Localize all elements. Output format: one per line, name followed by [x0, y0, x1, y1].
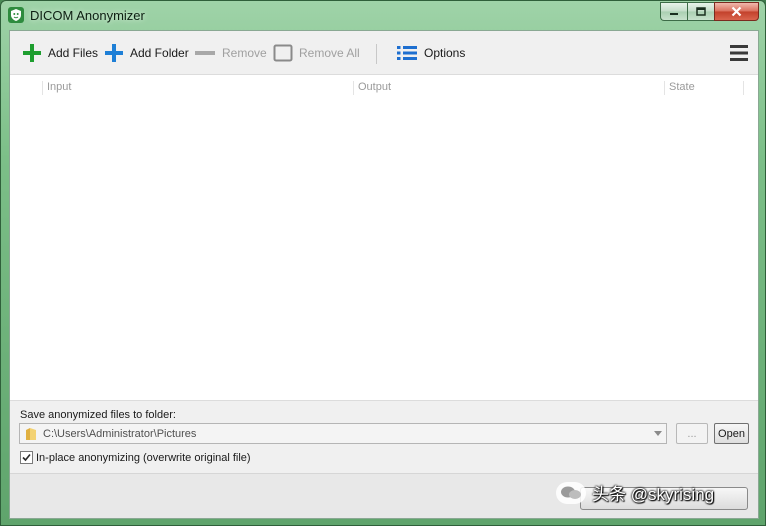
close-icon: [731, 6, 742, 17]
app-window: DICOM Anonymizer Add Files Add Folder Re…: [0, 0, 766, 526]
inplace-checkbox[interactable]: [20, 451, 33, 464]
file-list[interactable]: Input Output State: [10, 75, 758, 400]
remove-label: Remove: [222, 46, 267, 60]
add-folder-label: Add Folder: [130, 46, 189, 60]
shield-icon: [8, 7, 24, 23]
inplace-label: In-place anonymizing (overwrite original…: [36, 451, 251, 464]
wechat-icon: [556, 481, 586, 504]
chevron-down-icon[interactable]: [654, 431, 662, 436]
browse-button[interactable]: ...: [676, 423, 708, 444]
watermark-text: 头条 @skyrising: [592, 485, 715, 504]
column-header-state[interactable]: State: [664, 81, 744, 95]
toolbar: Add Files Add Folder Remove Remove All O…: [10, 31, 758, 75]
minimize-button[interactable]: [660, 2, 687, 21]
close-button[interactable]: [714, 2, 759, 21]
window-title: DICOM Anonymizer: [30, 8, 145, 23]
hamburger-icon[interactable]: [729, 43, 749, 63]
options-label: Options: [424, 46, 466, 60]
output-folder-combo[interactable]: C:\Users\Administrator\Pictures: [19, 423, 667, 444]
minus-icon: [195, 51, 215, 55]
open-button[interactable]: Open: [714, 423, 749, 444]
toolbar-separator: [376, 44, 377, 64]
watermark: 头条 @skyrising: [556, 480, 714, 505]
title-bar[interactable]: DICOM Anonymizer: [1, 1, 765, 29]
options-button[interactable]: Options: [396, 42, 465, 64]
plus-icon: [105, 44, 123, 62]
folder-icon: [26, 427, 36, 440]
remove-button[interactable]: Remove: [194, 42, 267, 64]
inplace-option[interactable]: In-place anonymizing (overwrite original…: [20, 451, 251, 464]
maximize-button[interactable]: [687, 2, 714, 21]
add-folder-button[interactable]: Add Folder: [104, 42, 189, 64]
checkmark-icon: [22, 453, 31, 462]
add-files-label: Add Files: [48, 46, 99, 60]
minimize-icon: [670, 12, 678, 15]
client-area: Add Files Add Folder Remove Remove All O…: [9, 30, 759, 519]
remove-all-label: Remove All: [299, 46, 360, 60]
plus-icon: [23, 44, 41, 62]
chat-bubble-icon: [561, 486, 581, 499]
maximize-icon: [696, 6, 706, 16]
add-files-button[interactable]: Add Files: [22, 42, 98, 64]
remove-all-button[interactable]: Remove All: [273, 42, 360, 64]
column-header-output[interactable]: Output: [353, 81, 664, 95]
square-icon: [273, 44, 293, 62]
column-header-input[interactable]: Input: [42, 81, 354, 95]
list-icon: [397, 46, 417, 60]
output-folder-path: C:\Users\Administrator\Pictures: [43, 427, 197, 440]
caption-buttons: [660, 2, 759, 21]
save-folder-label: Save anonymized files to folder:: [20, 409, 176, 421]
